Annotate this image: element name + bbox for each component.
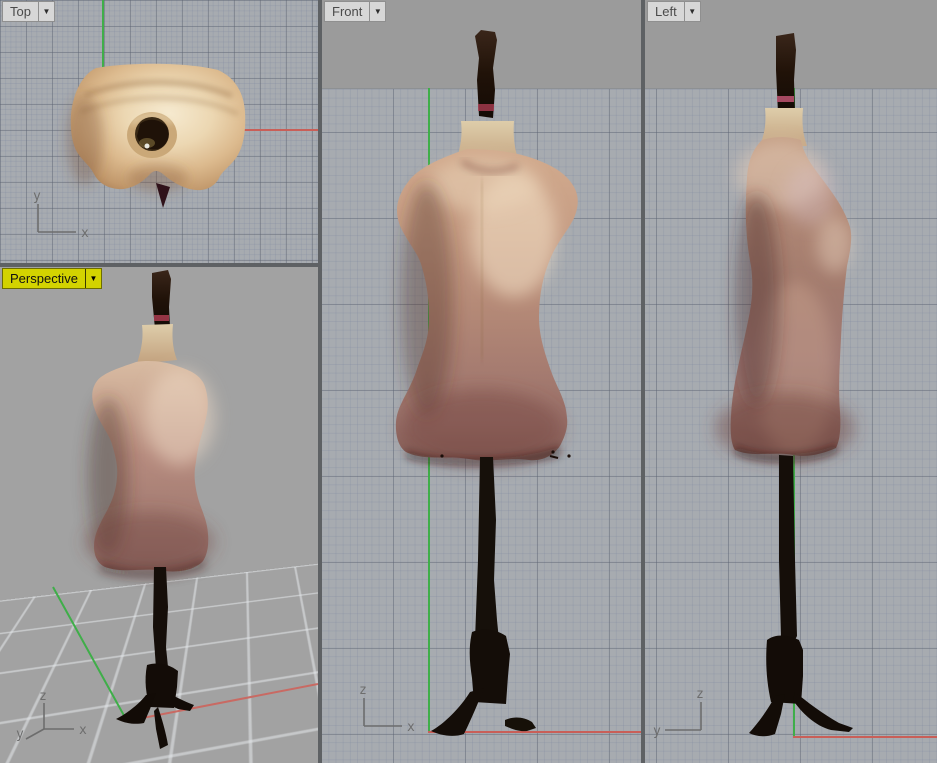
rhino-viewport-workspace: Top ▼ y x Perspective ▼ z x y Front ▼ z … (0, 0, 937, 763)
neck[interactable] (137, 324, 177, 364)
viewport-tab-perspective[interactable]: Perspective ▼ (2, 268, 102, 289)
viewport-perspective[interactable]: Perspective ▼ z x y (0, 267, 318, 763)
triad-h-label: x (81, 226, 89, 241)
triad-h-label: y (653, 724, 661, 739)
viewport-menu-arrow-icon[interactable]: ▼ (370, 2, 385, 21)
viewport-tab-label[interactable]: Perspective (3, 269, 85, 288)
viewport-front[interactable]: Front ▼ z x (322, 0, 641, 763)
triad-h-label: x (79, 723, 87, 738)
viewport-menu-arrow-icon[interactable]: ▼ (39, 2, 54, 21)
viewport-tab-left[interactable]: Left ▼ (647, 1, 701, 22)
viewport-tab-front[interactable]: Front ▼ (324, 1, 387, 22)
triad-h-label: x (407, 720, 415, 735)
viewport-splitter-vertical-2[interactable] (641, 0, 645, 763)
viewport-tab-top[interactable]: Top ▼ (2, 1, 55, 22)
viewport-tab-label[interactable]: Left (648, 2, 684, 21)
bust-highlight (817, 217, 853, 273)
pole-pink-band (478, 104, 494, 111)
top-axis-triad: y x (33, 189, 89, 241)
stand-base[interactable] (766, 635, 803, 705)
viewport-splitter-horizontal[interactable] (0, 263, 318, 267)
triad-d-label: y (16, 727, 24, 742)
stand-foot-front[interactable] (793, 692, 853, 732)
stand-foot-left[interactable] (431, 688, 484, 736)
triad-v-label: z (696, 687, 704, 702)
scan-noise (440, 454, 444, 458)
triad-v-label: z (359, 683, 367, 698)
left-axis-triad: z y (653, 687, 704, 739)
front-view-model[interactable] (322, 0, 641, 763)
stand-foot-left[interactable] (116, 693, 156, 724)
viewport-top[interactable]: Top ▼ y x (0, 0, 318, 263)
viewport-menu-arrow-icon[interactable]: ▼ (86, 269, 101, 288)
torso-left-shade (401, 182, 453, 418)
viewport-menu-arrow-icon[interactable]: ▼ (685, 2, 700, 21)
viewport-tab-label[interactable]: Front (325, 2, 369, 21)
hip-shade (85, 512, 215, 572)
top-left-shade (67, 95, 103, 185)
stand-foot-right[interactable] (170, 695, 194, 711)
top-stand-spike[interactable] (156, 183, 170, 208)
stand-foot-back[interactable] (749, 694, 785, 737)
back-shade (735, 192, 779, 408)
viewport-splitter-vertical-1[interactable] (318, 0, 322, 763)
stand-pole[interactable] (779, 455, 797, 640)
pole-pink-band (154, 315, 169, 321)
stand-foot-front[interactable] (154, 707, 168, 749)
front-axis-triad: z x (359, 683, 415, 735)
stand-foot-right[interactable] (505, 717, 536, 732)
left-view-model[interactable] (645, 0, 937, 763)
pole-pink-band (777, 96, 794, 102)
scan-noise (551, 450, 555, 454)
center-seam (479, 179, 485, 361)
triad-v-label: z (39, 689, 47, 704)
viewport-left[interactable]: Left ▼ z y (645, 0, 937, 763)
perspective-axis-triad: z x y (16, 689, 87, 742)
stand-pole[interactable] (153, 567, 168, 668)
triad-v-label: y (33, 189, 41, 204)
scan-noise (567, 454, 571, 458)
torso-highlight (145, 369, 215, 465)
neck-hole-speck (144, 143, 150, 149)
chest-highlight (785, 165, 835, 225)
viewport-tab-label[interactable]: Top (3, 2, 38, 21)
